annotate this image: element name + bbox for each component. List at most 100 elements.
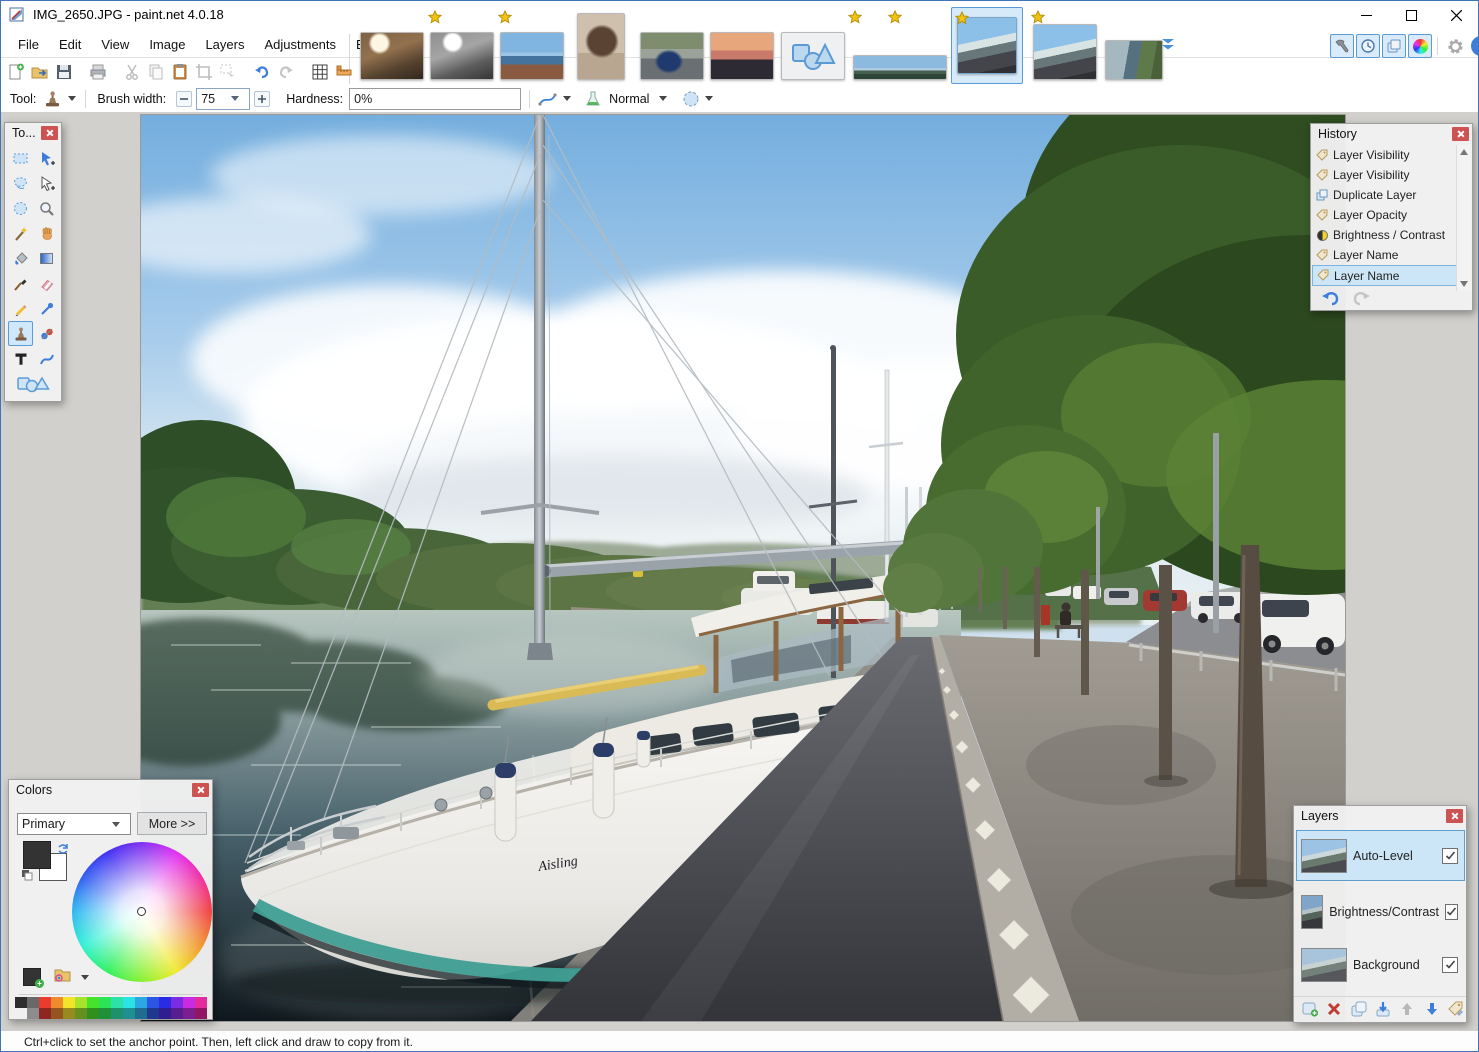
layers-panel-close-button[interactable] (1446, 809, 1463, 823)
merge-layer-down-button[interactable] (1373, 999, 1393, 1020)
new-file-button[interactable] (6, 61, 26, 83)
palette-swatch[interactable] (39, 1008, 51, 1019)
layers-panel-toggle[interactable] (1382, 34, 1406, 58)
tool-clone-stamp[interactable] (8, 321, 33, 346)
palette-swatch[interactable] (75, 997, 87, 1008)
palette-swatch[interactable] (135, 1008, 147, 1019)
scroll-down-icon[interactable] (1460, 281, 1468, 287)
palette-swatch[interactable] (123, 997, 135, 1008)
rulers-button[interactable] (334, 61, 354, 83)
blend-mode-chevron[interactable] (659, 96, 667, 101)
tool-eraser[interactable] (34, 271, 59, 296)
menu-file[interactable]: File (8, 32, 49, 57)
tool-lasso-select[interactable] (8, 171, 33, 196)
tool-paintbrush[interactable] (8, 271, 33, 296)
tool-shapes[interactable] (8, 371, 58, 396)
palette-swatch[interactable] (195, 1008, 207, 1019)
tool-color-picker[interactable] (34, 296, 59, 321)
scroll-up-icon[interactable] (1460, 149, 1468, 155)
palette-swatch[interactable] (75, 1008, 87, 1019)
palette-swatch[interactable] (171, 997, 183, 1008)
thumbnail-blue-car[interactable] (640, 32, 704, 80)
thumbnail-interior-room-grayscale[interactable] (430, 32, 494, 80)
curve-style-icon[interactable] (537, 89, 559, 109)
thumbnail-shapes-illustration[interactable] (781, 32, 845, 80)
tool-magic-wand[interactable] (8, 221, 33, 246)
more-colors-button[interactable]: More >> (137, 812, 207, 835)
palette-swatch[interactable] (195, 997, 207, 1008)
undo-button[interactable] (252, 61, 272, 83)
maximize-button[interactable] (1389, 0, 1434, 30)
thumbnail-panorama[interactable] (853, 55, 947, 80)
image-list-chevron-icon[interactable] (1160, 36, 1176, 52)
tools-panel-close-button[interactable] (41, 126, 58, 140)
history-item[interactable]: Layer Visibility (1312, 165, 1457, 185)
palette-swatch[interactable] (39, 997, 51, 1008)
layer-visibility-checkbox[interactable] (1445, 904, 1458, 920)
thumbnail-sailboat-quay-2[interactable] (1033, 24, 1097, 80)
history-panel-toggle[interactable] (1356, 34, 1380, 58)
palette-swatch[interactable] (111, 997, 123, 1008)
blend-mode-value[interactable]: Normal (609, 92, 649, 106)
settings-button[interactable] (1443, 34, 1467, 58)
palette-swatch[interactable] (51, 1008, 63, 1019)
clone-stamp-icon[interactable] (42, 89, 64, 109)
palette-swatch[interactable] (87, 1008, 99, 1019)
history-item[interactable]: Brightness / Contrast (1312, 225, 1457, 245)
palette-swatch[interactable] (147, 1008, 159, 1019)
history-item-selected[interactable]: Layer Name (1312, 265, 1457, 286)
tool-ellipse-select[interactable] (8, 196, 33, 221)
menu-edit[interactable]: Edit (49, 32, 91, 57)
palette-swatch[interactable] (111, 1008, 123, 1019)
palette-swatch[interactable] (27, 1008, 39, 1019)
layer-visibility-checkbox[interactable] (1442, 957, 1458, 973)
thumbnail-interior-room[interactable] (360, 32, 424, 80)
history-item[interactable]: Layer Visibility (1312, 145, 1457, 165)
color-mode-dropdown[interactable]: Primary (17, 813, 131, 835)
selection-clipping-icon[interactable] (681, 89, 701, 109)
palette-swatch[interactable] (135, 997, 147, 1008)
menu-adjustments[interactable]: Adjustments (254, 32, 346, 57)
print-button[interactable] (88, 61, 108, 83)
thumbnail-seaside[interactable] (500, 32, 564, 80)
palette-swatch[interactable] (99, 997, 111, 1008)
palette-swatch[interactable] (51, 997, 63, 1008)
primary-color-swatch[interactable] (23, 841, 51, 869)
palette-swatch[interactable] (63, 1008, 75, 1019)
palette-swatch[interactable] (63, 997, 75, 1008)
reset-colors-icon[interactable] (21, 869, 34, 882)
pixel-grid-button[interactable] (310, 61, 330, 83)
tools-panel-toggle[interactable] (1330, 34, 1354, 58)
history-undo-button[interactable] (1319, 290, 1341, 306)
open-file-button[interactable] (30, 61, 50, 83)
minimize-button[interactable] (1344, 0, 1389, 30)
tool-paint-bucket[interactable] (8, 246, 33, 271)
tool-line-curve[interactable] (34, 346, 59, 371)
layer-row-auto-level[interactable]: Auto-Level (1296, 830, 1465, 881)
deselect-button[interactable] (218, 61, 238, 83)
hardness-input[interactable]: 0% (349, 88, 521, 110)
palette-swatch[interactable] (99, 1008, 111, 1019)
thumbnail-coastal-cliff[interactable] (1105, 40, 1163, 80)
history-scrollbar[interactable] (1456, 145, 1471, 291)
history-panel-close-button[interactable] (1452, 127, 1469, 141)
palette-swatch[interactable] (147, 997, 159, 1008)
duplicate-layer-button[interactable] (1349, 999, 1369, 1020)
tool-rectangle-select[interactable] (8, 146, 33, 171)
palette-swatch[interactable] (87, 997, 99, 1008)
swap-colors-icon[interactable] (56, 842, 70, 856)
palette-swatch[interactable] (183, 997, 195, 1008)
palette-menu-chevron[interactable] (81, 975, 89, 980)
palette-swatch[interactable] (183, 1008, 195, 1019)
move-layer-down-button[interactable] (1421, 999, 1441, 1020)
antialiasing-icon[interactable] (583, 89, 603, 109)
tool-dropdown-chevron[interactable] (68, 96, 76, 101)
history-item[interactable]: Layer Opacity (1312, 205, 1457, 225)
redo-button[interactable] (276, 61, 296, 83)
brush-width-decrease-button[interactable] (176, 91, 192, 107)
delete-layer-button[interactable] (1324, 999, 1344, 1020)
layer-visibility-checkbox[interactable] (1442, 848, 1458, 864)
palette-swatch[interactable] (123, 1008, 135, 1019)
menu-image[interactable]: Image (139, 32, 195, 57)
layer-row-background[interactable]: Background (1296, 939, 1465, 990)
